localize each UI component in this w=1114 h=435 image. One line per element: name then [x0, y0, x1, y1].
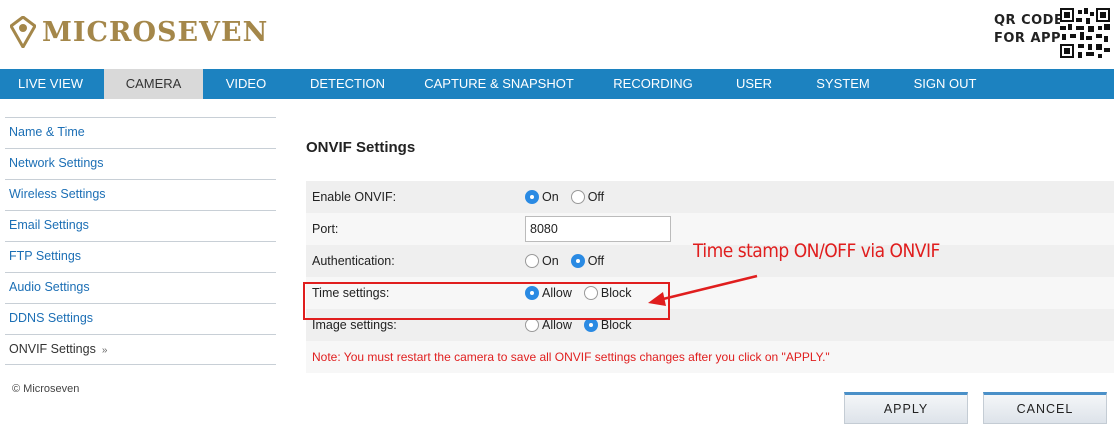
- authentication-off-radio[interactable]: Off: [570, 254, 605, 268]
- sidebar-item-ftp[interactable]: FTP Settings: [5, 241, 276, 272]
- nav-system[interactable]: SYSTEM: [806, 69, 880, 99]
- onvif-form: Enable ONVIF: On Off Port: Authenticatio…: [306, 181, 1114, 373]
- radio-checked-icon: [570, 254, 585, 268]
- radio-label: On: [542, 254, 559, 268]
- radio-checked-icon: [583, 318, 598, 332]
- radio-label: Off: [587, 190, 605, 204]
- radio-unchecked-icon: [570, 190, 585, 204]
- port-label: Port:: [312, 222, 339, 236]
- nav-capture-snapshot[interactable]: CAPTURE & SNAPSHOT: [420, 69, 578, 99]
- copyright: © Microseven: [12, 383, 80, 395]
- enable-onvif-off-radio[interactable]: Off: [570, 190, 605, 204]
- radio-label: On: [542, 190, 559, 204]
- sidebar: Name & Time Network Settings Wireless Se…: [5, 117, 276, 365]
- main-nav: LIVE VIEW CAMERA VIDEO DETECTION CAPTURE…: [0, 69, 1114, 99]
- apply-button[interactable]: APPLY: [844, 392, 968, 424]
- authentication-label: Authentication:: [312, 254, 395, 268]
- brand-name: MICROSEVEN: [42, 16, 269, 48]
- nav-live-view[interactable]: LIVE VIEW: [0, 69, 101, 99]
- radio-label: Block: [600, 318, 632, 332]
- radio-unchecked-icon: [525, 254, 539, 268]
- qr-label-line1: QR CODE: [994, 13, 1064, 28]
- sidebar-item-audio[interactable]: Audio Settings: [5, 272, 276, 303]
- enable-onvif-label: Enable ONVIF:: [312, 190, 397, 204]
- radio-label: Off: [587, 254, 605, 268]
- nav-recording[interactable]: RECORDING: [605, 69, 701, 99]
- enable-onvif-on-radio[interactable]: On: [525, 190, 559, 204]
- nav-sign-out[interactable]: SIGN OUT: [904, 69, 986, 99]
- chevron-right-icon: »: [101, 345, 108, 356]
- image-settings-allow-radio[interactable]: Allow: [525, 318, 572, 332]
- radio-checked-icon: [525, 190, 539, 204]
- qr-code-icon: [1060, 8, 1110, 58]
- cancel-button[interactable]: CANCEL: [983, 392, 1107, 424]
- qr-label: QR CODE FOR APP: [994, 12, 1063, 48]
- nav-user[interactable]: USER: [726, 69, 782, 99]
- row-enable-onvif: Enable ONVIF: On Off: [306, 181, 1114, 213]
- restart-note: Note: You must restart the camera to sav…: [306, 341, 1114, 373]
- nav-video[interactable]: VIDEO: [212, 69, 280, 99]
- sidebar-item-email[interactable]: Email Settings: [5, 210, 276, 241]
- nav-detection[interactable]: DETECTION: [298, 69, 397, 99]
- sidebar-item-network[interactable]: Network Settings: [5, 148, 276, 179]
- time-settings-highlight-box: [303, 282, 670, 320]
- header: MICROSEVEN QR CODE FOR APP: [0, 0, 1114, 69]
- annotation-text: Time stamp ON/OFF via ONVIF: [693, 240, 940, 262]
- sidebar-item-wireless[interactable]: Wireless Settings: [5, 179, 276, 210]
- nav-camera[interactable]: CAMERA: [104, 69, 203, 99]
- radio-unchecked-icon: [525, 318, 539, 332]
- sidebar-item-onvif-label: ONVIF Settings: [9, 342, 96, 356]
- brand-logo[interactable]: MICROSEVEN: [10, 16, 268, 48]
- radio-label: Allow: [542, 318, 572, 332]
- page-title: ONVIF Settings: [306, 139, 416, 156]
- logo-shield-icon: [10, 16, 36, 48]
- sidebar-item-ddns[interactable]: DDNS Settings: [5, 303, 276, 334]
- image-settings-block-radio[interactable]: Block: [583, 318, 632, 332]
- port-input[interactable]: [525, 216, 671, 242]
- authentication-on-radio[interactable]: On: [525, 254, 559, 268]
- sidebar-item-onvif[interactable]: ONVIF Settings »: [5, 334, 276, 365]
- sidebar-item-name-time[interactable]: Name & Time: [5, 117, 276, 148]
- qr-label-line2: FOR APP: [994, 31, 1062, 46]
